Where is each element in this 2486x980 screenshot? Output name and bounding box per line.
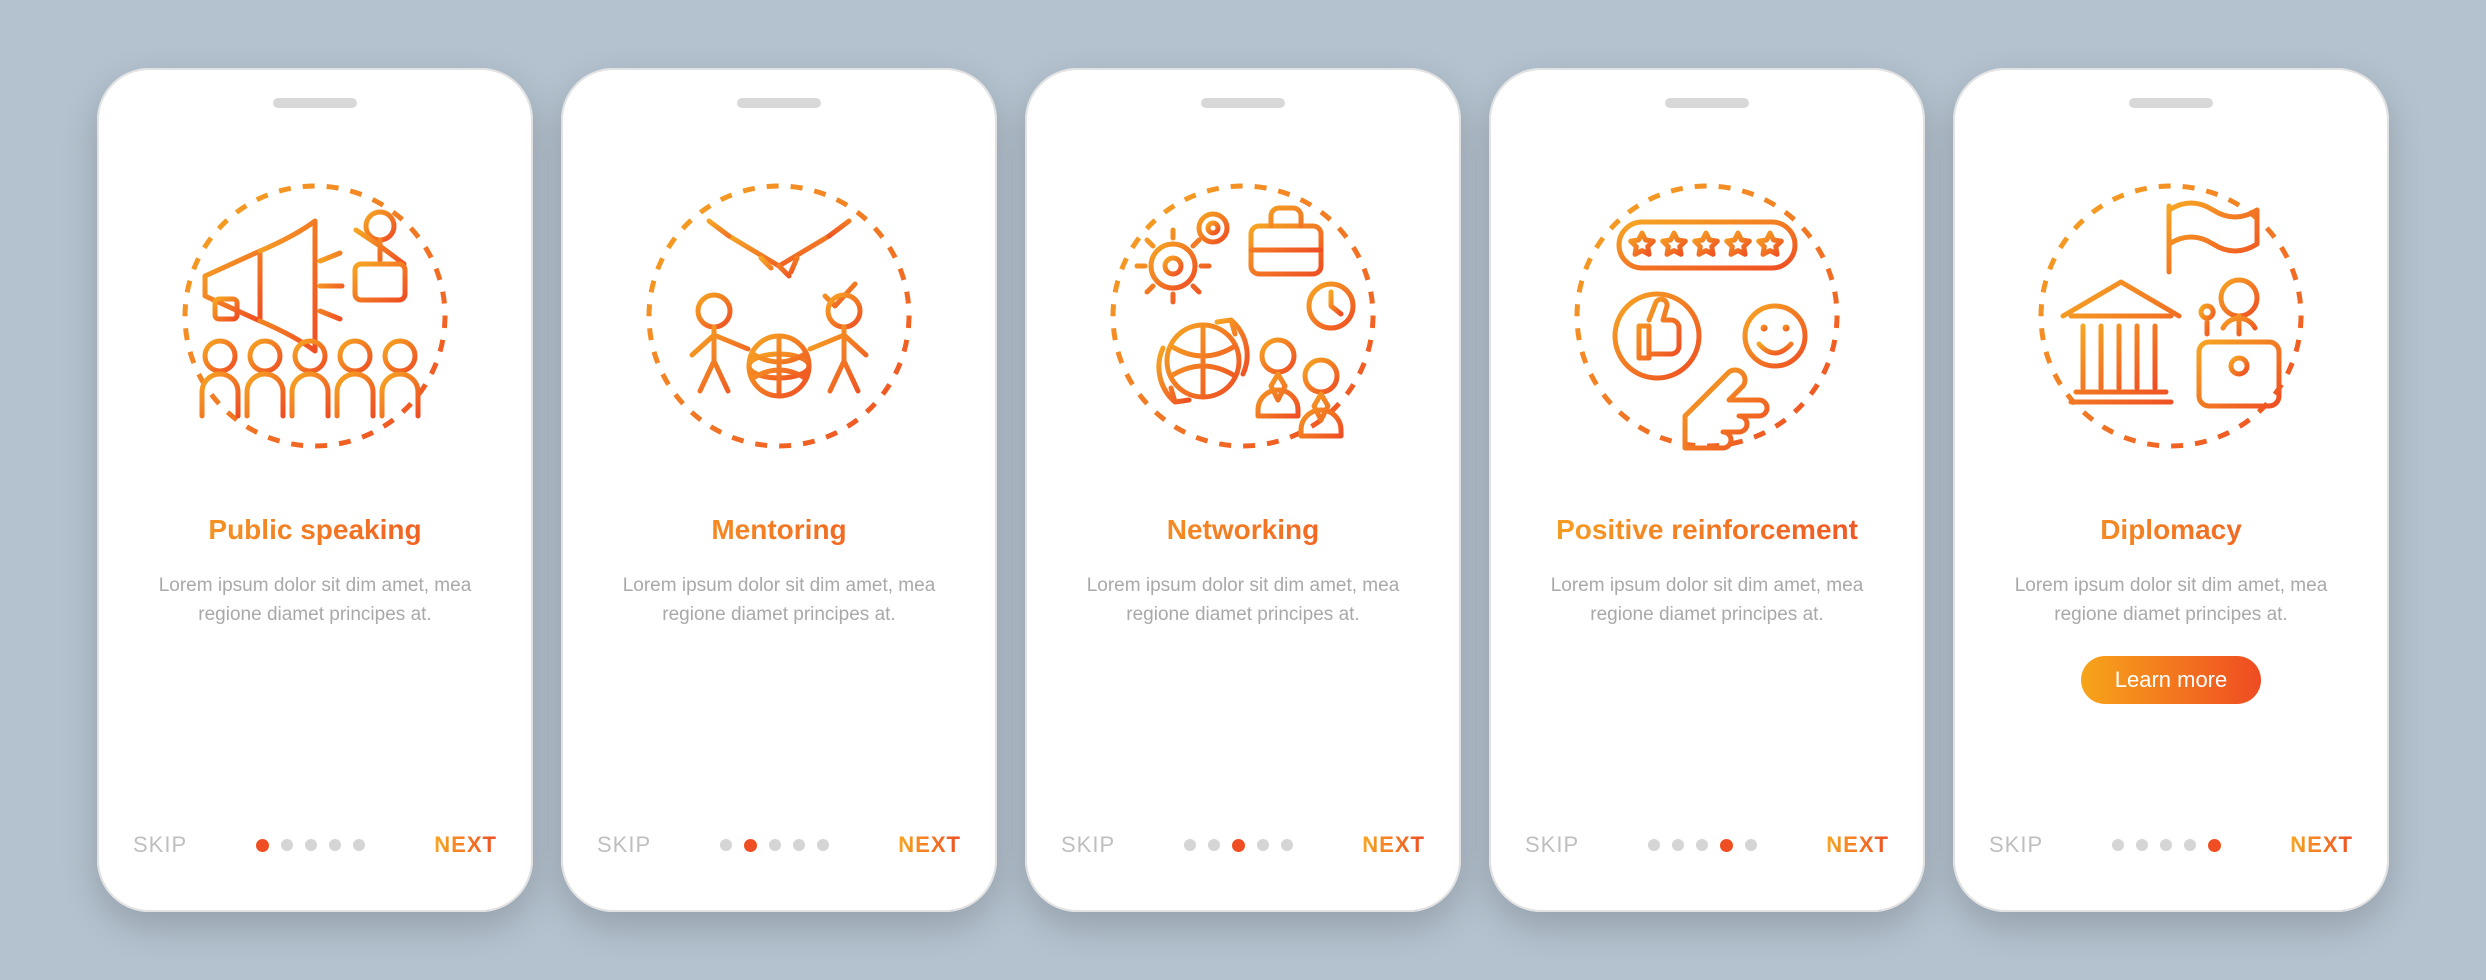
phone-mockup: Public speaking Lorem ipsum dolor sit di… — [97, 68, 533, 912]
skip-button[interactable]: SKIP — [597, 832, 651, 858]
indicator-dot[interactable] — [2136, 839, 2148, 851]
indicator-dot[interactable] — [793, 839, 805, 851]
page-indicator — [720, 839, 829, 852]
indicator-dot[interactable] — [281, 839, 293, 851]
indicator-dot[interactable] — [744, 839, 757, 852]
screen-title: Diplomacy — [1983, 512, 2359, 547]
page-indicator — [1648, 839, 1757, 852]
phone-mockup: Networking Lorem ipsum dolor sit dim ame… — [1025, 68, 1461, 912]
onboarding-nav: SKIP NEXT — [127, 832, 503, 862]
screen-title: Networking — [1055, 512, 1431, 547]
onboarding-nav: SKIP NEXT — [1519, 832, 1895, 862]
onboarding-nav: SKIP NEXT — [1055, 832, 1431, 862]
onboarding-stage: Public speaking Lorem ipsum dolor sit di… — [0, 0, 2486, 980]
skip-button[interactable]: SKIP — [1061, 832, 1115, 858]
networking-icon — [1093, 166, 1393, 466]
indicator-dot[interactable] — [2184, 839, 2196, 851]
illustration — [1519, 156, 1895, 476]
indicator-dot[interactable] — [1208, 839, 1220, 851]
phone-speaker — [2129, 98, 2213, 108]
illustration — [127, 156, 503, 476]
screen-title: Public speaking — [127, 512, 503, 547]
indicator-dot[interactable] — [1257, 839, 1269, 851]
next-button[interactable]: NEXT — [434, 832, 497, 858]
illustration — [591, 156, 967, 476]
positive-reinforcement-icon — [1557, 166, 1857, 466]
phone-mockup: Mentoring Lorem ipsum dolor sit dim amet… — [561, 68, 997, 912]
next-button[interactable]: NEXT — [2290, 832, 2353, 858]
screen-title: Mentoring — [591, 512, 967, 547]
indicator-dot[interactable] — [2160, 839, 2172, 851]
page-indicator — [2112, 839, 2221, 852]
screen-description: Lorem ipsum dolor sit dim amet, mea regi… — [1055, 571, 1431, 630]
indicator-dot[interactable] — [256, 839, 269, 852]
onboarding-nav: SKIP NEXT — [591, 832, 967, 862]
indicator-dot[interactable] — [1745, 839, 1757, 851]
next-button[interactable]: NEXT — [1826, 832, 1889, 858]
page-indicator — [256, 839, 365, 852]
phone-speaker — [273, 98, 357, 108]
phone-mockup: Diplomacy Lorem ipsum dolor sit dim amet… — [1953, 68, 2389, 912]
indicator-dot[interactable] — [1281, 839, 1293, 851]
mentoring-icon — [629, 166, 929, 466]
page-indicator — [1184, 839, 1293, 852]
skip-button[interactable]: SKIP — [133, 832, 187, 858]
indicator-dot[interactable] — [1672, 839, 1684, 851]
phone-speaker — [737, 98, 821, 108]
screen-description: Lorem ipsum dolor sit dim amet, mea regi… — [1983, 571, 2359, 630]
next-button[interactable]: NEXT — [1362, 832, 1425, 858]
next-button[interactable]: NEXT — [898, 832, 961, 858]
indicator-dot[interactable] — [2112, 839, 2124, 851]
skip-button[interactable]: SKIP — [1525, 832, 1579, 858]
indicator-dot[interactable] — [769, 839, 781, 851]
indicator-dot[interactable] — [1232, 839, 1245, 852]
skip-button[interactable]: SKIP — [1989, 832, 2043, 858]
indicator-dot[interactable] — [305, 839, 317, 851]
public-speaking-icon — [165, 166, 465, 466]
indicator-dot[interactable] — [329, 839, 341, 851]
screen-description: Lorem ipsum dolor sit dim amet, mea regi… — [591, 571, 967, 630]
indicator-dot[interactable] — [1648, 839, 1660, 851]
indicator-dot[interactable] — [353, 839, 365, 851]
indicator-dot[interactable] — [1696, 839, 1708, 851]
indicator-dot[interactable] — [817, 839, 829, 851]
onboarding-nav: SKIP NEXT — [1983, 832, 2359, 862]
screen-title: Positive reinforcement — [1519, 512, 1895, 547]
phone-speaker — [1201, 98, 1285, 108]
indicator-dot[interactable] — [720, 839, 732, 851]
screen-description: Lorem ipsum dolor sit dim amet, mea regi… — [127, 571, 503, 630]
phone-mockup: Positive reinforcement Lorem ipsum dolor… — [1489, 68, 1925, 912]
illustration — [1055, 156, 1431, 476]
illustration — [1983, 156, 2359, 476]
learn-more-button[interactable]: Learn more — [2081, 656, 2262, 704]
indicator-dot[interactable] — [1184, 839, 1196, 851]
phone-speaker — [1665, 98, 1749, 108]
screen-description: Lorem ipsum dolor sit dim amet, mea regi… — [1519, 571, 1895, 630]
indicator-dot[interactable] — [1720, 839, 1733, 852]
indicator-dot[interactable] — [2208, 839, 2221, 852]
diplomacy-icon — [2021, 166, 2321, 466]
